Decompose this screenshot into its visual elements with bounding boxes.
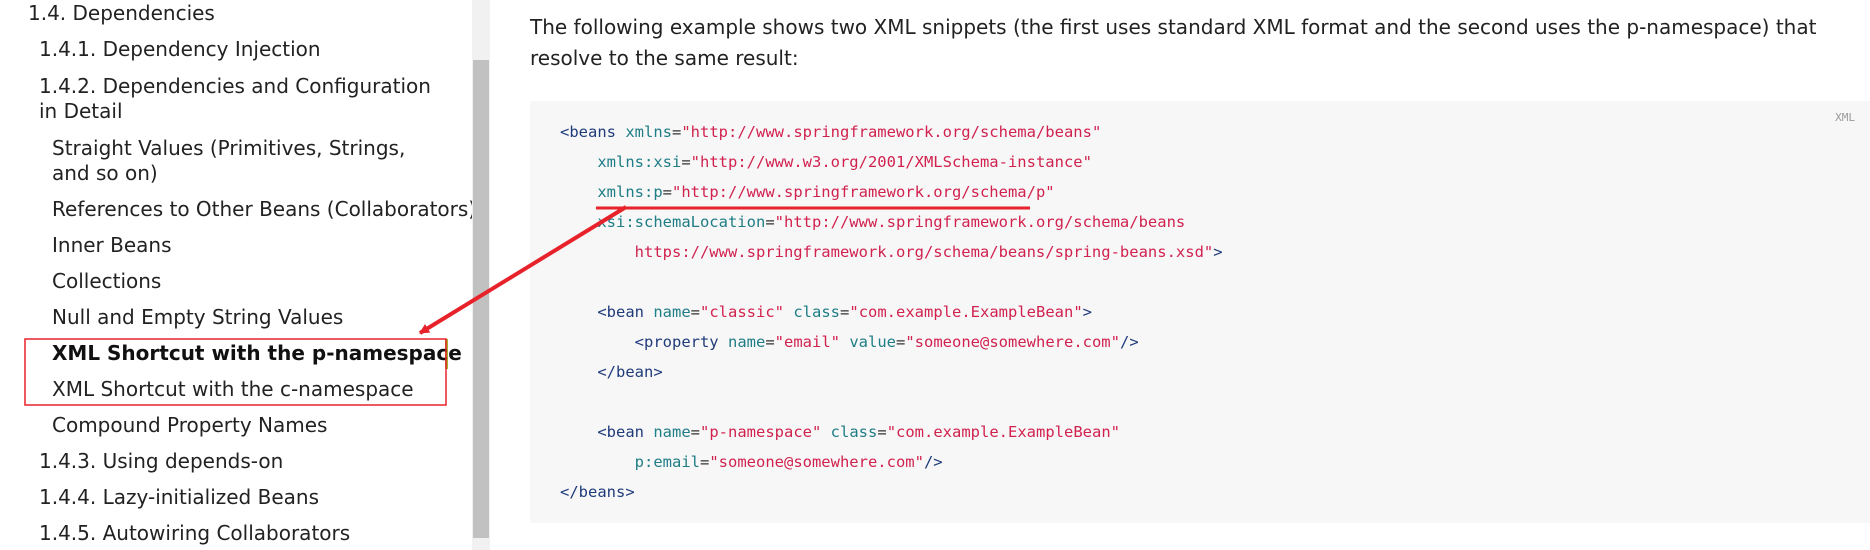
- toc-item-null-empty-string[interactable]: Null and Empty String Values: [52, 305, 343, 330]
- toc-item-compound-property-names[interactable]: Compound Property Names: [52, 413, 327, 438]
- code-token: xmlns:p: [597, 183, 663, 201]
- code-token: />: [923, 453, 943, 471]
- toc-item-autowiring[interactable]: 1.4.5. Autowiring Collaborators: [39, 521, 350, 546]
- toc-item-p-namespace[interactable]: XML Shortcut with the p-namespace: [52, 341, 462, 366]
- code-token: =: [690, 423, 701, 441]
- toc-item-dependencies[interactable]: 1.4. Dependencies: [28, 1, 215, 26]
- code-token: =: [699, 453, 710, 471]
- code-token: class: [784, 303, 841, 321]
- toc-item-lazy-beans[interactable]: 1.4.4. Lazy-initialized Beans: [39, 485, 319, 510]
- code-token: =: [877, 423, 887, 441]
- code-token: https://www.springframework.org/schema/b…: [634, 243, 1214, 261]
- code-token: "http://www.springframework.org/schema/p…: [672, 183, 1055, 201]
- code-token: <bean: [597, 303, 644, 321]
- code-line: xsi:schemaLocation="http://www.springfra…: [560, 212, 1185, 232]
- code-token: </beans>: [560, 483, 635, 501]
- code-token: class: [821, 423, 878, 441]
- toc-item-references-other-beans[interactable]: References to Other Beans (Collaborators…: [52, 197, 476, 222]
- sidebar-scrollbar-thumb[interactable]: [473, 60, 489, 538]
- toc-item-collections[interactable]: Collections: [52, 269, 161, 294]
- code-token: name: [718, 333, 766, 351]
- code-line: xmlns:xsi="http://www.w3.org/2001/XMLSch…: [560, 152, 1092, 172]
- code-token: =: [840, 303, 850, 321]
- code-token: "com.example.ExampleBean": [849, 303, 1083, 321]
- toc-item-c-namespace[interactable]: XML Shortcut with the c-namespace: [52, 377, 414, 402]
- intro-paragraph: The following example shows two XML snip…: [530, 15, 1817, 70]
- code-language-label: XML: [1835, 111, 1855, 124]
- code-token: "p-namespace": [700, 423, 822, 441]
- toc-item-dependency-injection[interactable]: 1.4.1. Dependency Injection: [39, 37, 321, 62]
- code-token: <beans: [560, 123, 616, 141]
- code-token: =: [765, 333, 775, 351]
- toc-item-inner-beans[interactable]: Inner Beans: [52, 233, 172, 258]
- code-token: "http://www.springframework.org/schema/b…: [774, 213, 1186, 231]
- code-token: "classic": [700, 303, 785, 321]
- code-token: >: [1213, 243, 1223, 261]
- code-line: https://www.springframework.org/schema/b…: [560, 242, 1223, 262]
- code-token: =: [672, 123, 682, 141]
- code-token: "http://www.w3.org/2001/XMLSchema-instan…: [690, 153, 1092, 171]
- code-token: "http://www.springframework.org/schema/b…: [681, 123, 1102, 141]
- code-block: XML <beans xmlns="http://www.springframe…: [530, 101, 1870, 523]
- sidebar-toc: 1.4. Dependencies 1.4.1. Dependency Inje…: [0, 0, 476, 550]
- code-token: "someone@somewhere.com": [709, 453, 924, 471]
- code-token: =: [681, 153, 691, 171]
- code-line: <property name="email" value="someone@so…: [560, 332, 1139, 352]
- code-token: xsi:schemaLocation: [597, 213, 766, 231]
- code-line: <beans xmlns="http://www.springframework…: [560, 122, 1101, 142]
- toc-item-depends-on[interactable]: 1.4.3. Using depends-on: [39, 449, 283, 474]
- code-token: =: [662, 183, 672, 201]
- code-token: name: [644, 423, 691, 441]
- code-token: />: [1119, 333, 1139, 351]
- code-line-xmlns-p: xmlns:p="http://www.springframework.org/…: [560, 182, 1055, 202]
- code-token: "someone@somewhere.com": [905, 333, 1120, 351]
- code-token: name: [644, 303, 691, 321]
- code-token: xmlns:xsi: [597, 153, 682, 171]
- code-token: p:email: [634, 453, 700, 471]
- code-line: p:email="someone@somewhere.com"/>: [560, 452, 943, 472]
- code-line: <bean name="p-namespace" class="com.exam…: [560, 422, 1120, 442]
- code-token: <bean: [597, 423, 644, 441]
- code-token: "email": [774, 333, 840, 351]
- code-token: >: [1082, 303, 1092, 321]
- code-line: <bean name="classic" class="com.example.…: [560, 302, 1092, 322]
- code-token: =: [690, 303, 701, 321]
- toc-item-dependencies-config[interactable]: 1.4.2. Dependencies and Configuration in…: [39, 74, 439, 124]
- main-content: The following example shows two XML snip…: [490, 0, 1870, 550]
- code-token: =: [896, 333, 906, 351]
- code-token: "com.example.ExampleBean": [886, 423, 1120, 441]
- code-token: xmlns: [616, 123, 672, 141]
- code-token: value: [840, 333, 896, 351]
- code-line: </beans>: [560, 482, 635, 502]
- code-token: </bean>: [597, 363, 663, 381]
- toc-item-straight-values[interactable]: Straight Values (Primitives, Strings, an…: [52, 136, 437, 186]
- code-token: <property: [634, 333, 719, 351]
- code-line: </bean>: [560, 362, 663, 382]
- code-token: =: [765, 213, 775, 231]
